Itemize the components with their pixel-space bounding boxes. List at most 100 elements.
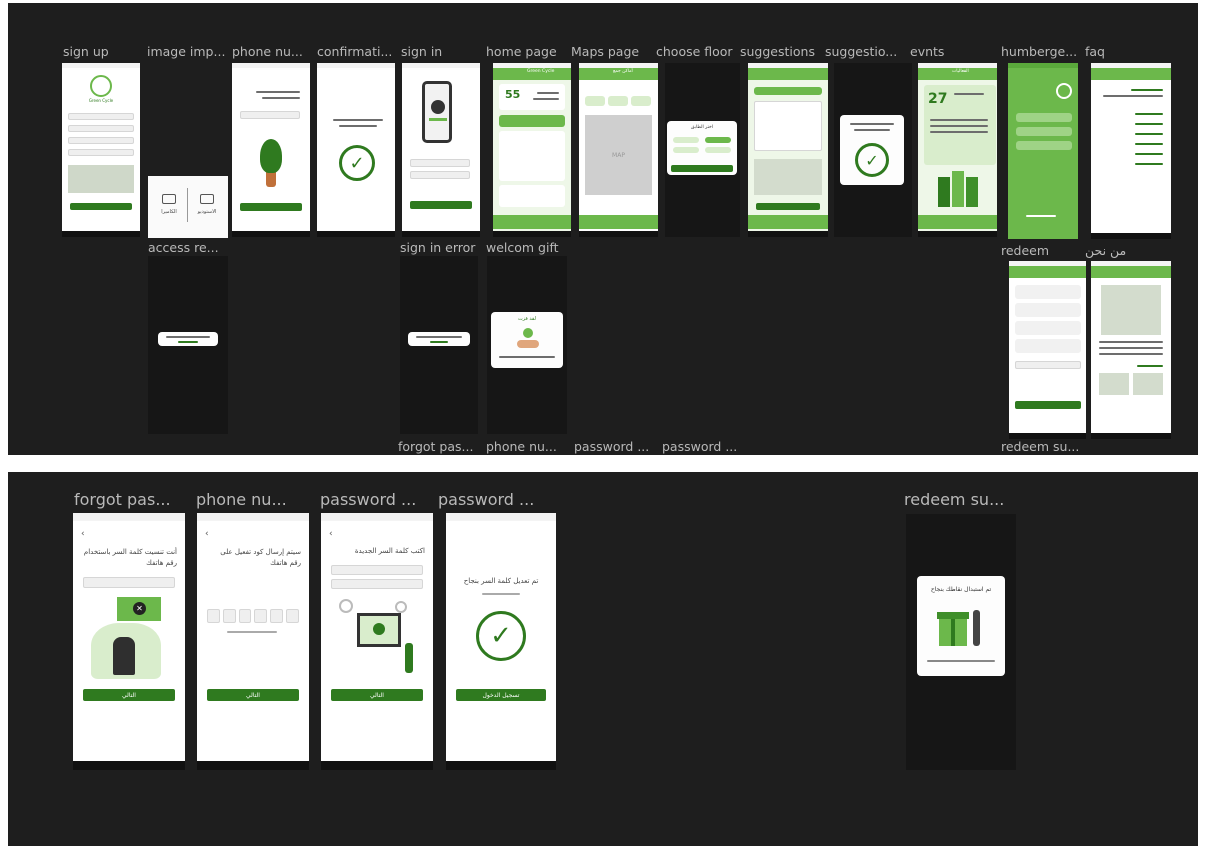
frame-label-redeem-success[interactable]: redeem su...	[1001, 439, 1081, 455]
screen-new-password[interactable]: ‹ اكتب كلمة السر الجديدة التالي	[321, 513, 433, 770]
image-placeholder-icon[interactable]	[68, 165, 134, 193]
screen-maps[interactable]: أماكن جمع MAP	[579, 63, 658, 237]
frame-label-redeem[interactable]: redeem	[1001, 243, 1071, 259]
back-arrow-icon[interactable]: ‹	[329, 529, 333, 539]
camera-icon[interactable]	[162, 194, 176, 204]
frame-label-about-us[interactable]: من نحن	[1085, 243, 1155, 259]
map-placeholder[interactable]: MAP	[585, 115, 652, 195]
frame-label-confirmation[interactable]: confirmati...	[317, 44, 397, 60]
screen-events[interactable]: الفعاليات 27	[918, 63, 997, 237]
logout-link[interactable]	[1026, 215, 1056, 217]
next-button[interactable]	[240, 203, 302, 211]
frame-label-sign-in[interactable]: sign in	[401, 44, 481, 60]
event-card[interactable]: 27	[924, 85, 996, 165]
frame-label-maps-page[interactable]: Maps page	[571, 44, 651, 60]
frame-label-sign-up[interactable]: sign up	[63, 44, 139, 60]
redeem-option[interactable]	[1015, 303, 1081, 317]
redeem-success-dialog: تم استبدال نقاطك بنجاح	[917, 576, 1005, 676]
frame-label-faq[interactable]: faq	[1085, 44, 1165, 60]
otp-digit-input[interactable]	[222, 609, 236, 623]
recycling-bins-illustration	[936, 167, 984, 209]
frame-label-forgot-password[interactable]: forgot pas...	[74, 490, 186, 510]
new-password-input[interactable]	[331, 565, 423, 575]
frame-label-suggestions[interactable]: suggestions	[740, 44, 820, 60]
home-bottom-nav[interactable]	[493, 215, 571, 229]
screen-password-done[interactable]: تم تعديل كلمة السر بنجاح ✓ تسجيل الدخول	[446, 513, 556, 770]
otp-input-row[interactable]	[207, 609, 299, 623]
forgot-next-button[interactable]: التالي	[83, 689, 175, 701]
frame-label-password-1[interactable]: password ...	[574, 439, 656, 455]
frame-label-phone-number[interactable]: phone nu...	[196, 490, 306, 510]
sign-in-button[interactable]	[410, 201, 472, 209]
otp-digit-input[interactable]	[238, 609, 252, 623]
frame-label-choose-floor[interactable]: choose floor	[656, 44, 736, 60]
maps-bottom-nav[interactable]	[579, 215, 658, 229]
frame-label-password-1[interactable]: password ...	[320, 490, 432, 510]
frame-label-access-request[interactable]: access re...	[148, 240, 230, 256]
redeem-option[interactable]	[1015, 321, 1081, 335]
frame-label-welcome-gift[interactable]: welcom gift	[486, 240, 570, 256]
screen-hamburger[interactable]	[1008, 63, 1078, 239]
sign-in-password-input[interactable]	[410, 171, 470, 179]
screen-choose-floor[interactable]: اختر الطابق	[665, 63, 740, 237]
frame-label-image-import[interactable]: image imp...	[147, 44, 229, 60]
frame-label-sign-in-error[interactable]: sign in error	[400, 240, 484, 256]
otp-digit-input[interactable]	[207, 609, 220, 623]
events-bottom-nav[interactable]	[918, 215, 997, 229]
back-arrow-icon[interactable]: ‹	[205, 529, 209, 539]
phone-code-next-button[interactable]: التالي	[207, 689, 299, 701]
screen-confirmation[interactable]: ✓	[317, 63, 395, 237]
forgot-phone-input[interactable]	[83, 577, 175, 588]
otp-digit-input[interactable]	[254, 609, 268, 623]
screen-redeem[interactable]	[1009, 261, 1086, 439]
redeem-points-input[interactable]	[1015, 361, 1081, 369]
floor-dialog[interactable]: اختر الطابق	[667, 121, 737, 175]
screen-sign-in-error[interactable]	[400, 256, 478, 434]
choose-floor-confirm-button[interactable]	[671, 165, 733, 172]
screen-image-import[interactable]: الكاميرا الاستوديو	[148, 176, 228, 238]
screen-access-request[interactable]	[148, 256, 228, 434]
screen-faq[interactable]	[1091, 63, 1171, 239]
send-suggestion-button[interactable]	[756, 203, 820, 210]
screen-forgot-password[interactable]: ‹ أنت تنسيت كلمة السر باستخدام رقم هاتفك…	[73, 513, 185, 770]
frame-label-events[interactable]: evnts	[910, 44, 990, 60]
access-request-dialog[interactable]	[158, 332, 218, 346]
redeem-option[interactable]	[1015, 285, 1081, 299]
menu-item[interactable]	[1016, 141, 1072, 150]
screen-about-us[interactable]	[1091, 261, 1171, 439]
frame-label-hamburger[interactable]: humberge...	[1001, 44, 1079, 60]
frame-label-password-2[interactable]: password ...	[662, 439, 744, 455]
frame-label-redeem-success[interactable]: redeem su...	[904, 490, 1016, 510]
screen-sign-up[interactable]: Green Cycle	[62, 63, 140, 237]
screen-suggestions[interactable]	[748, 63, 828, 237]
folder-icon[interactable]	[200, 194, 214, 204]
suggestion-textarea[interactable]	[754, 101, 822, 151]
image-placeholder-icon[interactable]	[754, 159, 822, 195]
frame-label-phone-number[interactable]: phone nu...	[232, 44, 312, 60]
redeem-option[interactable]	[1015, 339, 1081, 353]
sign-up-button[interactable]	[70, 203, 132, 210]
menu-item[interactable]	[1016, 127, 1072, 136]
frame-label-phone-number-2[interactable]: phone nu...	[486, 439, 566, 455]
screen-phone-number[interactable]	[232, 63, 310, 237]
new-password-next-button[interactable]: التالي	[331, 689, 423, 701]
forgot-next-label: التالي	[122, 691, 136, 699]
screen-sign-in[interactable]	[402, 63, 480, 237]
confirm-password-input[interactable]	[331, 579, 423, 589]
back-arrow-icon[interactable]: ‹	[81, 529, 85, 539]
frame-label-suggestion-sent[interactable]: suggestio...	[825, 44, 905, 60]
go-to-sign-in-button[interactable]: تسجيل الدخول	[456, 689, 546, 701]
suggestions-bottom-nav[interactable]	[748, 215, 828, 229]
otp-digit-input[interactable]	[270, 609, 284, 623]
frame-label-home-page[interactable]: home page	[486, 44, 566, 60]
resend-code-link[interactable]	[227, 631, 277, 633]
otp-digit-input[interactable]	[286, 609, 299, 623]
redeem-button[interactable]	[1015, 401, 1081, 409]
frame-label-password-2[interactable]: password ...	[438, 490, 550, 510]
sign-in-error-dialog[interactable]	[408, 332, 470, 346]
sign-in-phone-input[interactable]	[410, 159, 470, 167]
screen-home[interactable]: Green Cycle 55	[493, 63, 571, 237]
screen-phone-code[interactable]: ‹ سيتم إرسال كود تفعيل على رقم هاتفك الت…	[197, 513, 309, 770]
frame-label-forgot-password[interactable]: forgot pas...	[398, 439, 478, 455]
menu-item[interactable]	[1016, 113, 1072, 122]
